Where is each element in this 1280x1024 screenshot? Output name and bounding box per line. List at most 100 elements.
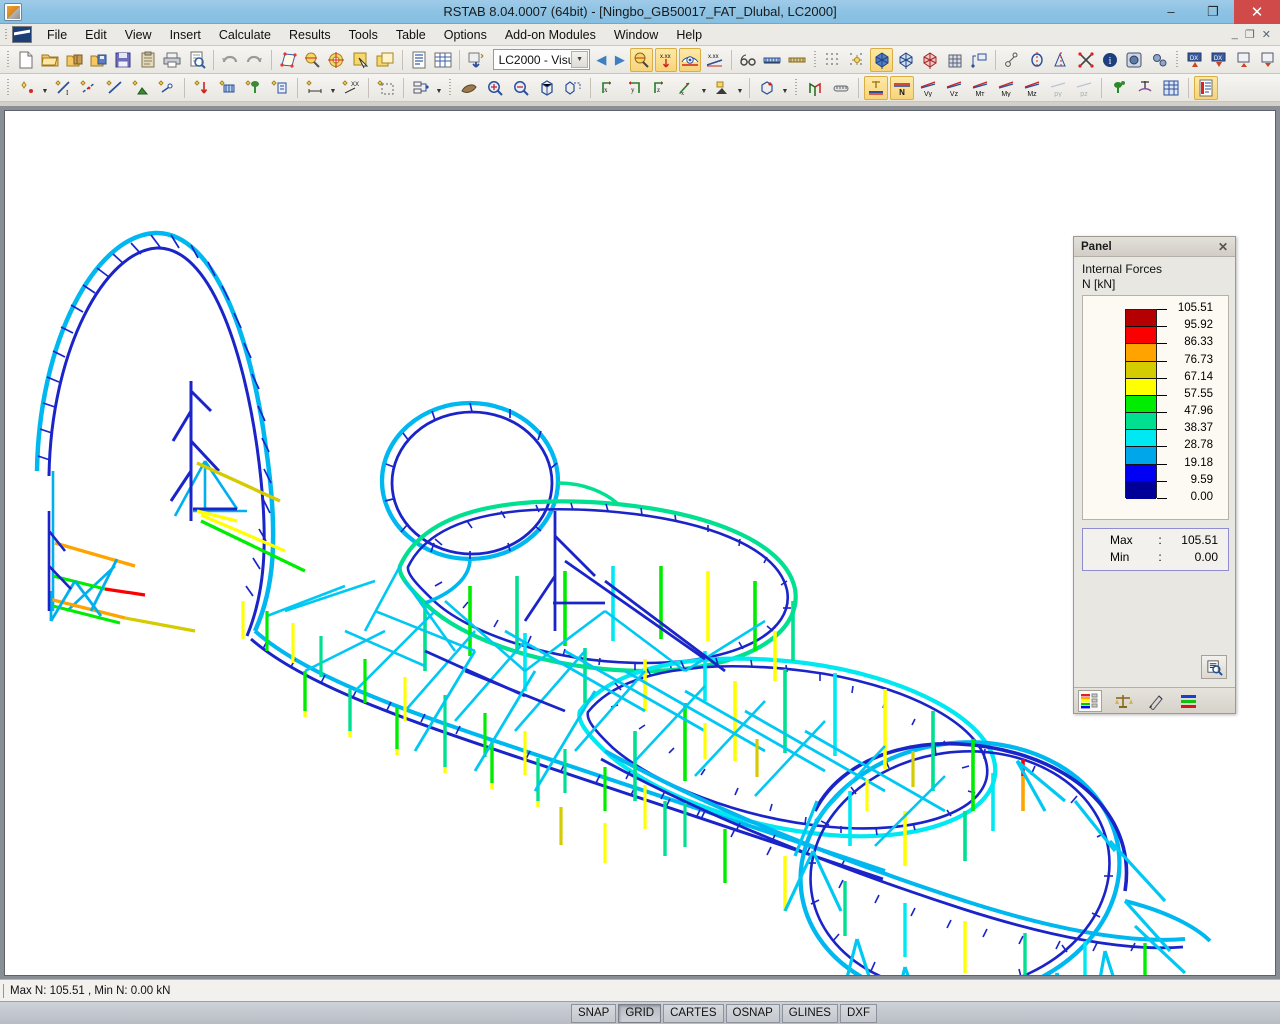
grid-display-icon[interactable]: [821, 48, 843, 72]
next-load-case-button[interactable]: ▶: [611, 52, 630, 68]
torsional-moment-mt-icon[interactable]: Mᴛ: [968, 76, 992, 100]
maximize-button[interactable]: ❐: [1192, 0, 1234, 24]
loads-icon[interactable]: [301, 48, 323, 72]
dxf-toggle[interactable]: DXF: [840, 1004, 877, 1023]
color-scale-tab[interactable]: [1078, 690, 1102, 712]
result-gradient-icon[interactable]: x.xx: [703, 48, 725, 72]
toolbar-grip-2[interactable]: [812, 50, 818, 70]
result-values-icon[interactable]: x.xx: [655, 48, 677, 72]
dimension-dropdown-icon[interactable]: ▼: [328, 76, 338, 100]
snap-toggle[interactable]: SNAP: [571, 1004, 616, 1023]
zoom-in-icon[interactable]: [483, 76, 507, 100]
new-member-set-icon[interactable]: [77, 76, 101, 100]
new-line-icon[interactable]: [103, 76, 127, 100]
gear-icon[interactable]: [1148, 48, 1170, 72]
label-icon[interactable]: [968, 48, 990, 72]
open-package-icon[interactable]: [63, 48, 85, 72]
view-dropdown-icon[interactable]: ▼: [699, 76, 709, 100]
render-wire-icon[interactable]: [895, 48, 917, 72]
grid-toggle[interactable]: GRID: [618, 1004, 661, 1023]
menu-item-results[interactable]: Results: [280, 26, 340, 44]
panel-close-icon[interactable]: ✕: [1218, 240, 1235, 254]
toolbar-grip-3[interactable]: [1174, 50, 1180, 70]
factors-tab[interactable]: [1144, 690, 1168, 712]
glasses-icon[interactable]: [737, 48, 759, 72]
print-preview-icon[interactable]: [185, 48, 207, 72]
layers-icon[interactable]: [409, 76, 433, 100]
zoom-out-icon[interactable]: [509, 76, 533, 100]
view-y-icon[interactable]: y: [622, 76, 646, 100]
open-file-icon[interactable]: [39, 48, 61, 72]
mdi-minimize-button[interactable]: _: [1232, 28, 1238, 41]
edit-model-icon[interactable]: [276, 48, 298, 72]
new-support-icon[interactable]: [129, 76, 153, 100]
support-reactions-icon[interactable]: [864, 76, 888, 100]
view-settings-icon[interactable]: [1123, 48, 1145, 72]
distributed-load-pz-icon[interactable]: pz: [1072, 76, 1096, 100]
toolbar-grip-5[interactable]: [447, 78, 453, 98]
mdi-close-button[interactable]: ✕: [1262, 28, 1271, 41]
menu-item-insert[interactable]: Insert: [161, 26, 210, 44]
calculate-icon[interactable]: [325, 48, 347, 72]
render-xray-icon[interactable]: [919, 48, 941, 72]
new-node-dropdown-icon[interactable]: ▼: [40, 76, 50, 100]
printout-report-2-icon[interactable]: [1194, 76, 1218, 100]
selection-icon[interactable]: [374, 76, 398, 100]
zoom-legend-icon[interactable]: [1201, 655, 1227, 679]
import-icon[interactable]: [465, 48, 487, 72]
dimension-icon[interactable]: [303, 76, 327, 100]
mdi-restore-button[interactable]: ❐: [1245, 28, 1255, 41]
distributed-load-py-icon[interactable]: py: [1046, 76, 1070, 100]
result-combination-icon[interactable]: [1107, 76, 1131, 100]
measure-icon[interactable]: [829, 76, 853, 100]
menu-item-options[interactable]: Options: [435, 26, 496, 44]
view-iso-icon[interactable]: -x: [674, 76, 698, 100]
menu-item-file[interactable]: File: [38, 26, 76, 44]
print-icon[interactable]: [161, 48, 183, 72]
new-window-icon[interactable]: [374, 48, 396, 72]
member-load-icon[interactable]: [216, 76, 240, 100]
load-case-combo[interactable]: LC2000 - Visu A ▼: [493, 49, 591, 70]
deformation-icon[interactable]: [761, 48, 783, 72]
menu-item-edit[interactable]: Edit: [76, 26, 116, 44]
render-toggle-icon[interactable]: [457, 76, 481, 100]
toolbar-grip-1[interactable]: [5, 50, 11, 70]
shading-icon[interactable]: [710, 76, 734, 100]
export-dxf-icon[interactable]: DX: [1208, 48, 1230, 72]
save-icon[interactable]: [112, 48, 134, 72]
cube-view-icon[interactable]: [755, 76, 779, 100]
new-file-icon[interactable]: [15, 48, 37, 72]
support-reaction-diagram-icon[interactable]: [1133, 76, 1157, 100]
tables-icon[interactable]: [432, 48, 454, 72]
new-node-icon[interactable]: [15, 76, 39, 100]
menu-item-calculate[interactable]: Calculate: [210, 26, 280, 44]
save-as-icon[interactable]: [88, 48, 110, 72]
info-icon[interactable]: i: [1099, 48, 1121, 72]
toolbar-grip-4[interactable]: [5, 78, 11, 98]
node-link-icon[interactable]: [1001, 48, 1023, 72]
import-red-icon[interactable]: [1232, 48, 1254, 72]
toolbar-grip-6[interactable]: [793, 78, 799, 98]
show-results-icon[interactable]: [630, 48, 652, 72]
close-button[interactable]: ✕: [1234, 0, 1280, 24]
menu-item-addon-modules[interactable]: Add-on Modules: [496, 26, 605, 44]
chevron-down-icon[interactable]: ▼: [571, 51, 588, 68]
view-x-icon[interactable]: x: [596, 76, 620, 100]
grid-settings-icon[interactable]: [846, 48, 868, 72]
nodal-load-icon[interactable]: [190, 76, 214, 100]
new-hinge-icon[interactable]: [155, 76, 179, 100]
free-load-icon[interactable]: [242, 76, 266, 100]
results-panel[interactable]: Panel ✕ Internal Forces N [kN] 105.5195.…: [1073, 236, 1236, 714]
mirror-icon[interactable]: [1026, 48, 1048, 72]
dimension-xx-icon[interactable]: XX: [339, 76, 363, 100]
render-solid-icon[interactable]: [870, 48, 892, 72]
cross-icon[interactable]: [1074, 48, 1096, 72]
load-case-icon[interactable]: [268, 76, 292, 100]
menu-grip[interactable]: [3, 27, 10, 43]
zoom-window-icon[interactable]: [561, 76, 585, 100]
export-red-icon[interactable]: [1257, 48, 1279, 72]
redo-icon[interactable]: [243, 48, 265, 72]
deformation2-icon[interactable]: [786, 48, 808, 72]
menu-item-window[interactable]: Window: [605, 26, 667, 44]
undo-icon[interactable]: [219, 48, 241, 72]
